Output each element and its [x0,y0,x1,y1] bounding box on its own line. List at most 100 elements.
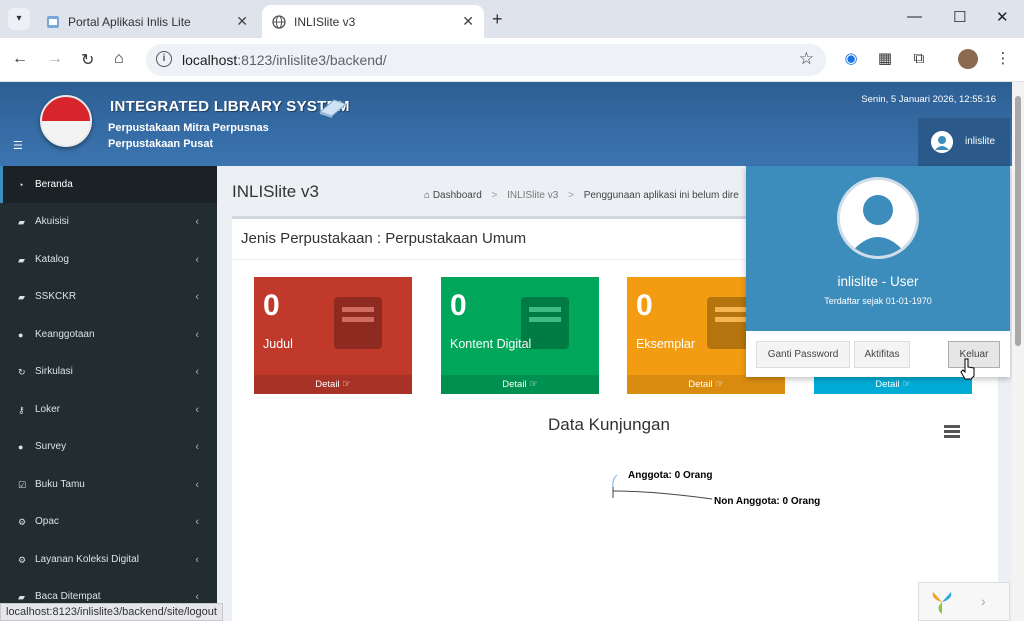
debug-toolbar[interactable]: › [918,582,1010,621]
sidebar-item-katalog[interactable]: ▰ Katalog ‹ [0,241,217,278]
mouse-cursor-icon [960,358,975,380]
hand-pointer-icon: ☞ [342,379,351,390]
qr-code-icon[interactable]: ▦ [875,49,895,69]
sidebar-item-beranda[interactable]: ◔ Beranda [0,166,217,203]
breadcrumb-app[interactable]: INLISlite v3 [507,190,558,201]
book-logo-icon [319,99,347,118]
sidebar-item-layanan-koleksi-digital[interactable]: ⚙ Layanan Koleksi Digital ‹ [0,541,217,578]
chevron-left-icon: ‹ [195,590,199,603]
change-password-button[interactable]: Ganti Password [756,341,850,368]
dashboard-icon: ◔ [18,179,24,190]
sidebar: ◔ Beranda ▰ Akuisisi ‹ ▰ Katalog ‹ ▰ SSK… [0,166,217,621]
gears-icon: ⚙ [18,554,27,565]
sidebar-item-label: Layanan Koleksi Digital [35,554,139,565]
close-tab-icon[interactable]: ✕ [236,13,248,30]
stat-value: 0 [450,289,467,322]
sidebar-item-buku-tamu[interactable]: ☑ Buku Tamu ‹ [0,466,217,503]
sidebar-toggle-icon[interactable]: ☰ [13,139,23,152]
sidebar-item-label: Beranda [35,179,73,190]
back-icon[interactable]: ← [12,50,28,68]
scrollbar-thumb[interactable] [1015,96,1021,346]
home-icon: ⌂ [424,190,431,201]
extensions-puzzle-icon[interactable]: ⧉ [909,49,929,69]
library-type-title: Jenis Perpustakaan : Perpustakaan Umum [241,230,527,247]
header-username: inlislite [965,136,996,147]
book-icon [334,297,382,349]
url-text[interactable]: localhost:8123/inlislite3/backend/ [182,52,387,68]
bookmark-star-icon[interactable]: ☆ [799,49,814,69]
tab-portal[interactable]: Portal Aplikasi Inlis Lite ✕ [36,5,258,38]
sidebar-item-label: Sirkulasi [35,366,73,377]
sidebar-item-loker[interactable]: ⚷ Loker ‹ [0,391,217,428]
address-bar[interactable]: i localhost:8123/inlislite3/backend/ ☆ [146,44,826,76]
chevron-left-icon: ‹ [195,515,199,528]
page-favicon-icon [47,15,59,28]
home-icon[interactable]: ⌂ [114,50,124,68]
sidebar-item-label: Survey [35,441,67,452]
tab-search-button[interactable]: ▾ [8,8,30,30]
forward-icon[interactable]: → [47,50,63,68]
user-title: inlislite - User [837,274,919,289]
sidebar-item-label: Buku Tamu [35,479,85,490]
page-scrollbar[interactable] [1012,82,1024,621]
stat-detail-link[interactable]: Detail ☞ [441,375,599,394]
browser-toolbar: ← → ↻ ⌂ i localhost:8123/inlislite3/back… [0,38,1024,82]
indonesia-flag-logo [40,95,92,147]
sidebar-item-sskckr[interactable]: ▰ SSKCKR ‹ [0,278,217,315]
browser-menu-icon[interactable]: ⋮ [993,49,1013,69]
user-dropdown: inlislite - User Terdaftar sejak 01-01-1… [746,166,1010,377]
chevron-right-icon[interactable]: › [981,593,986,609]
breadcrumb-current: Penggunaan aplikasi ini belum dire [583,190,739,201]
library-unit: Perpustakaan Pusat [108,138,214,150]
sidebar-item-opac[interactable]: ⚙ Opac ‹ [0,503,217,540]
book-icon: ▰ [18,216,25,227]
sidebar-item-label: Baca Ditempat [35,591,101,602]
sidebar-item-label: Opac [35,516,59,527]
close-tab-icon[interactable]: ✕ [462,13,474,30]
minimize-icon[interactable]: — [907,8,922,25]
sidebar-item-akuisisi[interactable]: ▰ Akuisisi ‹ [0,203,217,240]
chart-menu-icon[interactable] [944,425,960,438]
chevron-left-icon: ‹ [195,328,199,341]
close-window-icon[interactable]: ✕ [996,8,1009,26]
users-icon: ● [18,441,24,452]
sidebar-item-survey[interactable]: ● Survey ‹ [0,428,217,465]
maximize-icon[interactable]: ☐ [953,8,966,26]
user-dropdown-header: inlislite - User Terdaftar sejak 01-01-1… [746,166,1010,331]
gears-icon: ⚙ [18,516,27,527]
refresh-icon: ↻ [18,366,26,377]
stat-box-judul: 0 Judul Detail ☞ [254,277,412,394]
system-title: INTEGRATED LIBRARY SYSTEM [110,98,350,115]
stat-detail-link[interactable]: Detail ☞ [254,375,412,394]
activity-button[interactable]: Aktifitas [854,341,910,368]
stat-value: 0 [636,289,653,322]
chevron-left-icon: ‹ [195,553,199,566]
browser-tabbar: ▾ Portal Aplikasi Inlis Lite ✕ INLISlite… [0,0,1024,38]
chevron-left-icon: ‹ [195,365,199,378]
breadcrumb-dashboard[interactable]: Dashboard [433,190,482,201]
registered-since: Terdaftar sejak 01-01-1970 [824,296,932,306]
book-icon: ▰ [18,591,25,602]
new-tab-button[interactable]: + [492,9,503,30]
stat-detail-link[interactable]: Detail ☞ [814,375,972,394]
extension-icon[interactable]: ◉ [841,49,861,69]
profile-avatar[interactable] [958,49,978,69]
book-icon: ▰ [18,291,25,302]
tab-inlislite[interactable]: INLISlite v3 ✕ [262,5,484,38]
user-avatar-icon [931,131,953,153]
current-datetime: Senin, 5 Januari 2026, 12:55:16 [861,94,996,105]
stat-box-kontent-digital: 0 Kontent Digital Detail ☞ [441,277,599,394]
site-info-icon[interactable]: i [156,51,172,67]
sidebar-item-sirkulasi[interactable]: ↻ Sirkulasi ‹ [0,353,217,390]
pie-label-non-anggota: Non Anggota: 0 Orang [714,496,821,507]
chevron-left-icon: ‹ [195,215,199,228]
sidebar-item-label: Katalog [35,254,69,265]
sidebar-item-keanggotaan[interactable]: ● Keanggotaan ‹ [0,316,217,353]
pie-label-anggota: Anggota: 0 Orang [628,470,713,481]
chevron-left-icon: ‹ [195,253,199,266]
tab-title: INLISlite v3 [294,14,356,29]
stat-detail-link[interactable]: Detail ☞ [627,375,785,394]
reload-icon[interactable]: ↻ [81,50,94,70]
stat-label: Kontent Digital [450,337,532,351]
user-menu-button[interactable]: inlislite [918,118,1010,166]
